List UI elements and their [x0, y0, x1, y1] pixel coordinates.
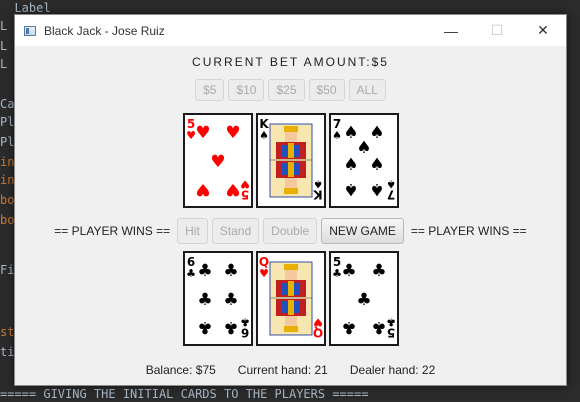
card-pip-icon: ♥: [195, 179, 210, 199]
app-icon: [24, 25, 36, 36]
footer-stats: Balance: $75 Current hand: 21 Dealer han…: [15, 363, 566, 377]
balance-label: Balance: $75: [145, 363, 216, 377]
bet-5-button[interactable]: $5: [195, 79, 225, 101]
bet-10-button[interactable]: $10: [228, 79, 265, 101]
ide-code-line: bo: [0, 213, 15, 227]
player-card: 5 ♣ 5 ♣ ♣ ♣ ♣ ♣ ♣: [328, 251, 399, 346]
card-pip-icon: ♣: [223, 261, 238, 281]
card-face: Q♥Q♥: [258, 255, 323, 340]
action-bar: == PLAYER WINS == Hit Stand Double NEW G…: [15, 218, 566, 244]
card-face: K♠K♠: [259, 117, 323, 202]
title-bar[interactable]: Black Jack - Jose Ruiz — ☐ ✕: [15, 15, 566, 46]
card-suit-icon: ♠: [332, 129, 342, 142]
dealer-card: 5 ♥ 5 ♥ ♥ ♥ ♥ ♥ ♥: [182, 113, 253, 208]
card-pip-icon: ♣: [341, 261, 356, 281]
card-pip-icon: ♥: [210, 152, 225, 172]
dealer-hand: 5 ♥ 5 ♥ ♥ ♥ ♥ ♥ ♥ K ♠ K ♠ 7 ♠ 7 ♠ ♠ ♠ ♠ ♠ ♠ ♠ ♠: [15, 113, 566, 208]
ide-code-line: Ca: [0, 97, 15, 111]
status-left: == PLAYER WINS ==: [54, 224, 171, 238]
face-card-art-icon: [269, 261, 312, 336]
close-button[interactable]: ✕: [520, 15, 566, 46]
card-suit-icon: ♥: [313, 315, 323, 328]
ide-code-line: st: [0, 325, 15, 339]
player-hand: 6 ♣ 6 ♣ ♣ ♣ ♣ ♣ ♣ ♣ Q ♥ Q ♥ 5 ♣ 5 ♣ ♣ ♣ ♣ ♣ ♣: [15, 251, 566, 346]
card-face: 7♠7♠♠ ♠♠♠ ♠♠ ♠: [332, 117, 396, 202]
new-game-button[interactable]: NEW GAME: [321, 218, 404, 244]
card-pip-icon: ♠: [369, 123, 384, 143]
minimize-icon: —: [444, 22, 458, 39]
card-suit-icon: ♠: [313, 177, 323, 190]
ide-code-line: Pl: [0, 135, 15, 149]
player-card: Q ♥ Q ♥: [255, 251, 326, 346]
minimize-button[interactable]: —: [428, 15, 474, 46]
card-face: 5♥5♥♥ ♥♥♥ ♥: [186, 117, 250, 202]
card-pip-icon: ♥: [195, 123, 210, 143]
card-pip-icon: ♠: [343, 179, 358, 199]
card-pip-icon: ♣: [197, 317, 212, 337]
ide-code-line: L: [0, 19, 8, 33]
card-suit-icon: ♥: [259, 267, 269, 280]
close-icon: ✕: [537, 22, 549, 38]
card-suit-icon: ♣: [186, 267, 196, 280]
card-suit-icon: ♠: [259, 129, 269, 142]
bet-25-button[interactable]: $25: [268, 79, 305, 101]
maximize-icon: ☐: [490, 22, 504, 38]
ide-code-line: L: [0, 57, 8, 71]
maximize-button[interactable]: ☐: [474, 15, 520, 46]
player-card: 6 ♣ 6 ♣ ♣ ♣ ♣ ♣ ♣ ♣: [182, 251, 253, 346]
face-card-art-icon: [269, 123, 312, 198]
bet-all-button[interactable]: ALL: [348, 79, 386, 101]
ide-code-line: Fi: [0, 263, 15, 277]
ide-code-line: L: [0, 39, 8, 53]
bet-50-button[interactable]: $50: [308, 79, 345, 101]
card-pip-icon: ♠: [343, 155, 358, 175]
card-pip-icon: ♥: [225, 123, 240, 143]
card-suit-icon: ♣: [240, 315, 250, 328]
stand-button[interactable]: Stand: [211, 218, 260, 244]
card-pip-icon: ♥: [225, 179, 240, 199]
current-bet-label: CURRENT BET AMOUNT:$5: [192, 55, 389, 69]
card-pip-icon: ♣: [341, 317, 356, 337]
double-button[interactable]: Double: [263, 218, 318, 244]
ide-code-line: bo: [0, 193, 15, 207]
card-pip-icon: ♠: [369, 155, 384, 175]
hit-button[interactable]: Hit: [177, 218, 208, 244]
current-hand-label: Current hand: 21: [237, 363, 328, 377]
ide-code-line: ti: [0, 345, 15, 359]
card-pip-icon: ♣: [223, 290, 238, 310]
dealer-card: 7 ♠ 7 ♠ ♠ ♠ ♠ ♠ ♠ ♠ ♠: [328, 113, 399, 208]
game-area: CURRENT BET AMOUNT:$5 $5 $10 $25 $50 ALL…: [15, 46, 566, 385]
window-controls: — ☐ ✕: [428, 15, 566, 46]
card-pip-icon: ♠: [369, 179, 384, 199]
card-pip-icon: ♣: [371, 317, 386, 337]
ide-code-line: in: [0, 155, 15, 169]
card-pip-icon: ♣: [223, 317, 238, 337]
dealer-card: K ♠ K ♠: [255, 113, 326, 208]
dealer-hand-label: Dealer hand: 22: [349, 363, 436, 377]
card-face: 6♣6♣♣ ♣♣ ♣♣ ♣: [186, 255, 250, 340]
window-title: Black Jack - Jose Ruiz: [44, 23, 165, 38]
card-suit-icon: ♠: [386, 177, 396, 190]
card-pip-icon: ♣: [197, 261, 212, 281]
blackjack-window: Black Jack - Jose Ruiz — ☐ ✕ CURRENT BET…: [14, 14, 567, 386]
card-pip-icon: ♣: [356, 290, 371, 310]
ide-code-line: in: [0, 173, 15, 187]
card-pip-icon: ♣: [371, 261, 386, 281]
ide-code-line: Pl: [0, 115, 15, 129]
status-right: == PLAYER WINS ==: [410, 224, 527, 238]
card-face: 5♣5♣♣ ♣♣♣ ♣: [332, 255, 396, 340]
bet-buttons: $5 $10 $25 $50 ALL: [15, 79, 566, 101]
card-pip-icon: ♣: [197, 290, 212, 310]
